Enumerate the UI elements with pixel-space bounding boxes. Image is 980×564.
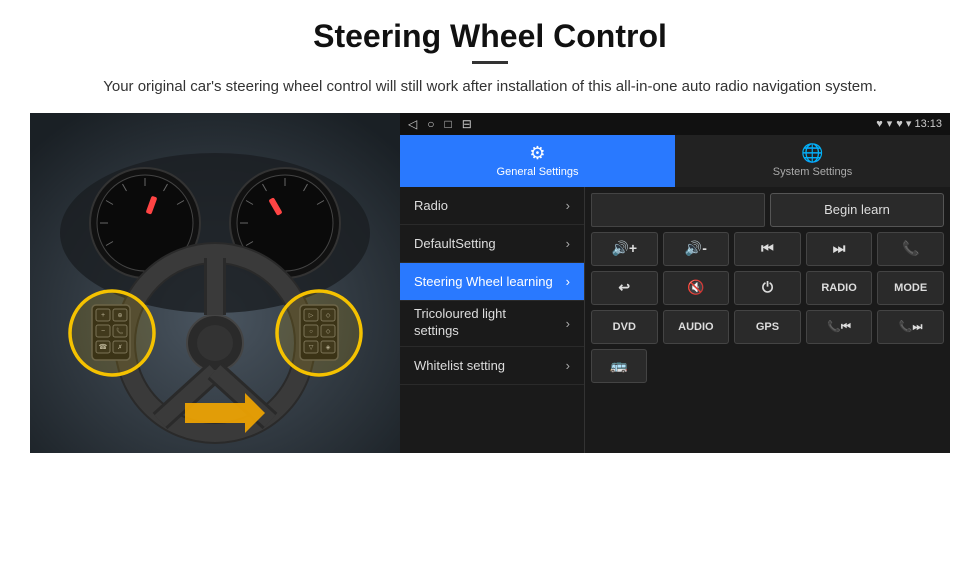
menu-item-tricoloured[interactable]: Tricoloured lightsettings › [400, 301, 584, 347]
car-image-area: + ⊕ − 📞 ☎ ✗ ▷ ◇ ○ ◇ ▽ ◈ [30, 113, 400, 453]
tab-system-label: System Settings [773, 166, 852, 178]
menu-item-radio[interactable]: Radio › [400, 187, 584, 225]
status-right: ♥ ▾ ♥ ▾ 13:13 [876, 117, 942, 130]
ctrl-row-top: Begin learn [591, 193, 944, 227]
car-image-svg: + ⊕ − 📞 ☎ ✗ ▷ ◇ ○ ◇ ▽ ◈ [30, 113, 400, 453]
recents-icon: □ [444, 117, 451, 131]
menu-item-default[interactable]: DefaultSetting › [400, 225, 584, 263]
begin-learn-button[interactable]: Begin learn [770, 193, 944, 227]
tel-next-button[interactable]: 📞⏭ [877, 310, 944, 344]
menu-chevron-default: › [566, 236, 570, 251]
mode-button[interactable]: MODE [877, 271, 944, 305]
back-icon: ◁ [408, 117, 417, 131]
ctrl-row-4: DVD AUDIO GPS 📞⏮ 📞⏭ [591, 310, 944, 344]
vol-down-button[interactable]: 🔊- [663, 232, 730, 266]
call-button[interactable]: 📞 [877, 232, 944, 266]
wifi-icon: ▾ [887, 117, 893, 130]
menu-item-steering-label: Steering Wheel learning [414, 274, 566, 289]
signal-icon: ♥ [876, 118, 883, 130]
system-settings-icon: 🌐 [801, 143, 823, 164]
menu-item-radio-label: Radio [414, 198, 566, 213]
main-content: Radio › DefaultSetting › Steering Wheel … [400, 187, 950, 453]
menu-item-whitelist-label: Whitelist setting [414, 358, 566, 373]
page-subtitle: Your original car's steering wheel contr… [30, 76, 950, 99]
menu-chevron-whitelist: › [566, 358, 570, 373]
tab-system[interactable]: 🌐 System Settings [675, 135, 950, 187]
radio-button[interactable]: RADIO [806, 271, 873, 305]
gps-button[interactable]: GPS [734, 310, 801, 344]
mute-button[interactable]: 🔇 [663, 271, 730, 305]
vol-up-button[interactable]: 🔊+ [591, 232, 658, 266]
content-row: + ⊕ − 📞 ☎ ✗ ▷ ◇ ○ ◇ ▽ ◈ [30, 113, 950, 453]
menu-item-whitelist[interactable]: Whitelist setting › [400, 347, 584, 385]
menu-chevron-tricoloured: › [566, 316, 570, 331]
menu-icon: ⊟ [462, 117, 472, 131]
ctrl-row-3: ↩ 🔇 ⏻ RADIO MODE [591, 271, 944, 305]
menu-chevron-radio: › [566, 198, 570, 213]
power-button[interactable]: ⏻ [734, 271, 801, 305]
general-settings-icon: ⚙ [529, 143, 545, 164]
tel-prev-button[interactable]: 📞⏮ [806, 310, 873, 344]
status-left: ◁ ○ □ ⊟ [408, 117, 472, 131]
menu-column: Radio › DefaultSetting › Steering Wheel … [400, 187, 585, 453]
menu-item-steering[interactable]: Steering Wheel learning › [400, 263, 584, 301]
next-button[interactable]: ⏭ [806, 232, 873, 266]
page-title: Steering Wheel Control [30, 18, 950, 55]
clock: ♥ ▾ 13:13 [896, 117, 942, 130]
dvd-button[interactable]: DVD [591, 310, 658, 344]
tab-general[interactable]: ⚙ General Settings [400, 135, 675, 187]
page-wrapper: Steering Wheel Control Your original car… [0, 0, 980, 463]
ctrl-row-2: 🔊+ 🔊- ⏮ ⏭ 📞 [591, 232, 944, 266]
prev-button[interactable]: ⏮ [734, 232, 801, 266]
menu-item-tricoloured-label: Tricoloured lightsettings [414, 306, 566, 340]
controls-column: Begin learn 🔊+ 🔊- ⏮ ⏭ 📞 ↩ 🔇 ⏻ [585, 187, 950, 453]
title-divider [472, 61, 508, 64]
status-bar: ◁ ○ □ ⊟ ♥ ▾ ♥ ▾ 13:13 [400, 113, 950, 135]
audio-button[interactable]: AUDIO [663, 310, 730, 344]
android-ui: ◁ ○ □ ⊟ ♥ ▾ ♥ ▾ 13:13 ⚙ General Settings [400, 113, 950, 453]
tab-general-label: General Settings [497, 166, 579, 178]
ctrl-row-5: 🚌 [591, 349, 944, 383]
bus-button[interactable]: 🚌 [591, 349, 647, 383]
back-button[interactable]: ↩ [591, 271, 658, 305]
menu-item-default-label: DefaultSetting [414, 236, 566, 251]
menu-chevron-steering: › [566, 274, 570, 289]
home-icon: ○ [427, 117, 434, 131]
tab-bar: ⚙ General Settings 🌐 System Settings [400, 135, 950, 187]
ctrl-empty-box [591, 193, 765, 227]
